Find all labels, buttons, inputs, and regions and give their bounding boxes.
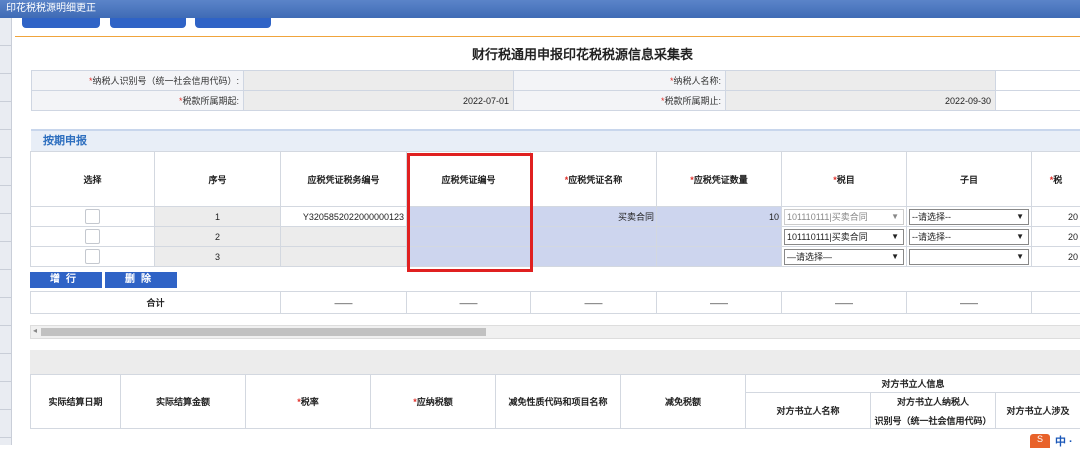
row-checkbox[interactable] [85,209,100,224]
col-actual-amount: 实际结算金额 [121,375,246,429]
add-row-button[interactable]: 增行 [30,272,102,288]
settlement-grid: 实际结算日期 实际结算金额 *税率 *应纳税额 减免性质代码和项目名称 减免税额… [30,374,1080,429]
row-tax-item-select[interactable]: 101110111|买卖合同▼ [784,209,904,225]
summary-dash: —— [531,292,657,314]
chevron-down-icon: ▼ [1016,210,1024,224]
summary-dash: —— [907,292,1032,314]
chevron-down-icon: ▼ [891,230,899,244]
col-reduction-code: 减免性质代码和项目名称 [496,375,621,429]
row-sub-item-select[interactable]: --请选择--▼ [909,229,1029,245]
col-tax-rate: *税率 [246,375,371,429]
col-seq: 序号 [155,152,281,207]
toolbar-button-3[interactable] [195,18,271,28]
row-voucher-tax-no [281,247,407,267]
tax-source-grid: 选择 序号 应税凭证税务编号 应税凭证编号 *应税凭证名称 *应税凭证数量 *税… [30,151,1080,267]
period-end-label: *税款所属期止: [514,91,726,111]
section-title: 按期申报 [43,135,87,147]
divider [15,36,1080,37]
col-counterparty-name: 对方书立人名称 [746,393,871,429]
col-tax-truncated: *税 [1032,152,1080,207]
summary-dash: —— [657,292,782,314]
col-counterparty-amount: 对方书立人涉及 [996,393,1080,429]
taxpayer-id-label: *纳税人识别号（统一社会信用代码）: [32,71,244,91]
taxpayer-name-value [726,71,996,91]
row-checkbox[interactable] [85,249,100,264]
chevron-down-icon: ▼ [1016,230,1024,244]
period-end-value: 2022-09-30 [726,91,996,111]
col-counterparty-id: 对方书立人纳税人识别号（统一社会信用代码） [871,393,996,429]
row-checkbox[interactable] [85,229,100,244]
table-row: 2 101110111|买卖合同▼ --请选择--▼ 20 [31,227,1080,247]
taxpayer-name-label: *纳税人名称: [514,71,726,91]
row-voucher-name-input[interactable] [531,227,657,247]
period-start-label: *税款所属期起: [32,91,244,111]
annotation-highlight-box [407,153,533,272]
window-titlebar: 印花税税源明细更正 [0,0,1080,18]
taxpayer-info-table: *纳税人识别号（统一社会信用代码）: *纳税人名称: *税款所属期起: 2022… [31,70,1080,111]
chevron-down-icon: ▼ [1016,250,1024,264]
row-seq: 3 [155,247,281,267]
row-seq: 1 [155,207,281,227]
ime-indicator[interactable]: 中 · [1055,433,1073,449]
col-voucher-qty: *应税凭证数量 [657,152,782,207]
toolbar-button-1[interactable] [22,18,100,28]
table-row: 1 Y3205852022000000123 买卖合同 10 101110111… [31,207,1080,227]
row-tax-item-select[interactable]: —请选择—▼ [784,249,904,265]
row-sub-item-select[interactable]: ▼ [909,249,1029,265]
toolbar-button-2[interactable] [110,18,186,28]
chevron-down-icon: ▼ [891,210,899,224]
row-voucher-qty-input[interactable] [657,227,782,247]
col-voucher-tax-no: 应税凭证税务编号 [281,152,407,207]
summary-dash: —— [281,292,407,314]
window-title: 印花税税源明细更正 [6,3,96,14]
col-sub-item: 子目 [907,152,1032,207]
section-header: 按期申报 [31,129,1080,151]
row-tax-truncated: 20 [1032,227,1080,247]
horizontal-scrollbar[interactable]: ◂ [30,325,1080,339]
left-panel-strip [0,18,12,445]
col-voucher-name: *应税凭证名称 [531,152,657,207]
col-actual-date: 实际结算日期 [31,375,121,429]
summary-row: 合计 —— —— —— —— —— —— [30,291,1080,314]
summary-dash: —— [407,292,531,314]
table-row: 3 —请选择—▼ ▼ 20 [31,247,1080,267]
col-select: 选择 [31,152,155,207]
row-voucher-qty-input[interactable] [657,247,782,267]
col-reduction-amount: 减免税额 [621,375,746,429]
summary-dash: —— [782,292,907,314]
row-voucher-tax-no: Y3205852022000000123 [281,207,407,227]
col-counterparty-info: 对方书立人信息 [746,375,1080,393]
scrollbar-thumb[interactable] [41,328,486,336]
row-tax-truncated: 20 [1032,247,1080,267]
taxpayer-id-value [244,71,514,91]
row-tax-item-select[interactable]: 101110111|买卖合同▼ [784,229,904,245]
row-voucher-name-input[interactable]: 买卖合同 [531,207,657,227]
row-tax-truncated: 20 [1032,207,1080,227]
col-tax-item: *税目 [782,152,907,207]
s-logo-icon: S [1030,434,1050,448]
row-sub-item-select[interactable]: --请选择--▼ [909,209,1029,225]
row-voucher-tax-no [281,227,407,247]
bottom-section-header [30,350,1080,374]
row-voucher-qty-input[interactable]: 10 [657,207,782,227]
row-seq: 2 [155,227,281,247]
scroll-left-icon[interactable]: ◂ [33,326,37,335]
chevron-down-icon: ▼ [891,250,899,264]
delete-row-button[interactable]: 删除 [105,272,177,288]
col-tax-payable: *应纳税额 [371,375,496,429]
page-title: 财行税通用申报印花税税源信息采集表 [0,44,1080,63]
summary-label: 合计 [31,292,281,314]
row-voucher-name-input[interactable] [531,247,657,267]
period-start-value: 2022-07-01 [244,91,514,111]
